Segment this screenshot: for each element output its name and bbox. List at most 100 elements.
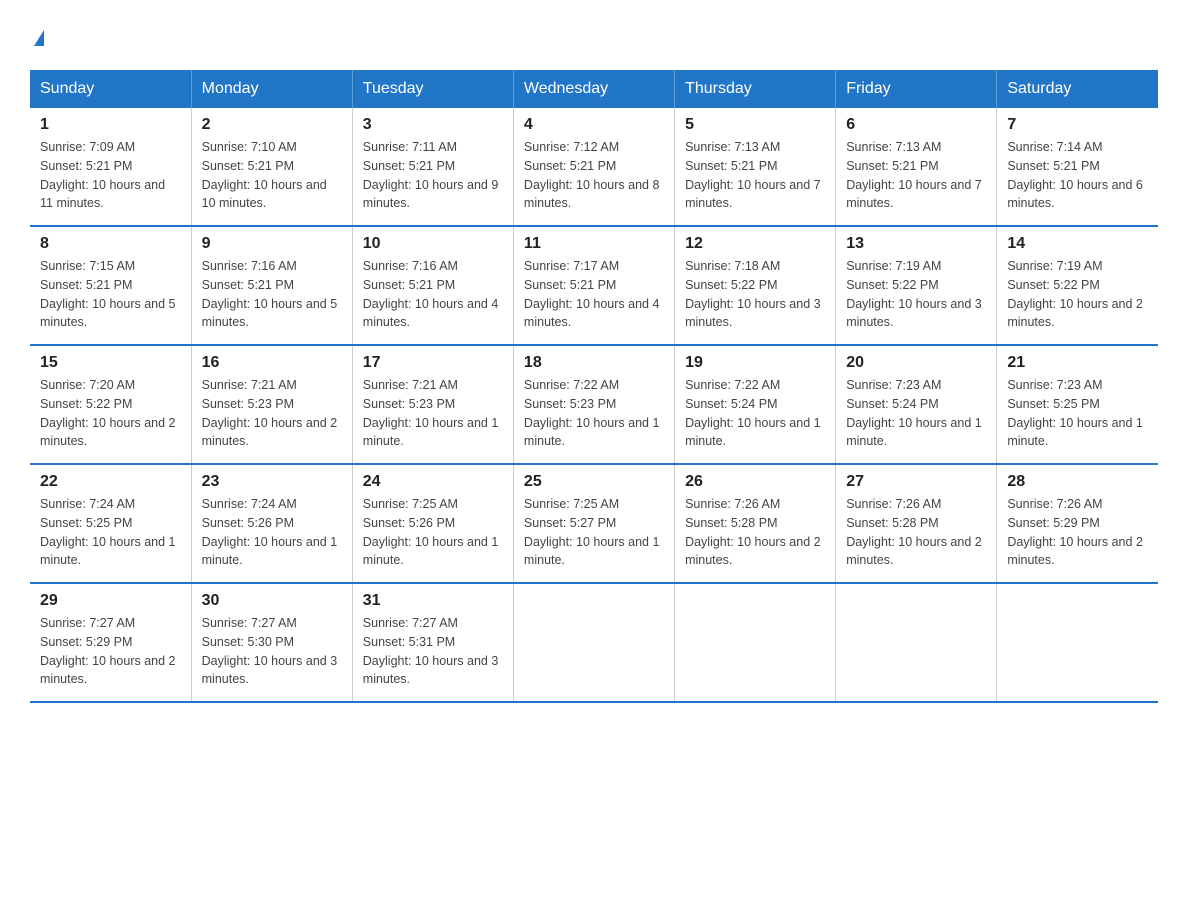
day-number: 5 xyxy=(685,116,825,134)
day-number: 17 xyxy=(363,354,503,372)
calendar-week-row: 8 Sunrise: 7:15 AM Sunset: 5:21 PM Dayli… xyxy=(30,226,1158,345)
calendar-cell: 17 Sunrise: 7:21 AM Sunset: 5:23 PM Dayl… xyxy=(352,345,513,464)
day-info: Sunrise: 7:17 AM Sunset: 5:21 PM Dayligh… xyxy=(524,257,664,332)
calendar-table: SundayMondayTuesdayWednesdayThursdayFrid… xyxy=(30,70,1158,703)
day-info: Sunrise: 7:23 AM Sunset: 5:25 PM Dayligh… xyxy=(1007,376,1148,451)
calendar-cell: 5 Sunrise: 7:13 AM Sunset: 5:21 PM Dayli… xyxy=(675,108,836,226)
day-number: 12 xyxy=(685,235,825,253)
calendar-cell: 16 Sunrise: 7:21 AM Sunset: 5:23 PM Dayl… xyxy=(191,345,352,464)
day-number: 1 xyxy=(40,116,181,134)
calendar-cell: 28 Sunrise: 7:26 AM Sunset: 5:29 PM Dayl… xyxy=(997,464,1158,583)
day-info: Sunrise: 7:21 AM Sunset: 5:23 PM Dayligh… xyxy=(363,376,503,451)
calendar-cell xyxy=(997,583,1158,702)
day-info: Sunrise: 7:26 AM Sunset: 5:28 PM Dayligh… xyxy=(685,495,825,570)
day-number: 15 xyxy=(40,354,181,372)
day-number: 29 xyxy=(40,592,181,610)
day-number: 26 xyxy=(685,473,825,491)
calendar-week-row: 22 Sunrise: 7:24 AM Sunset: 5:25 PM Dayl… xyxy=(30,464,1158,583)
calendar-cell: 13 Sunrise: 7:19 AM Sunset: 5:22 PM Dayl… xyxy=(836,226,997,345)
calendar-cell: 15 Sunrise: 7:20 AM Sunset: 5:22 PM Dayl… xyxy=(30,345,191,464)
day-info: Sunrise: 7:21 AM Sunset: 5:23 PM Dayligh… xyxy=(202,376,342,451)
day-info: Sunrise: 7:27 AM Sunset: 5:30 PM Dayligh… xyxy=(202,614,342,689)
day-number: 7 xyxy=(1007,116,1148,134)
day-info: Sunrise: 7:20 AM Sunset: 5:22 PM Dayligh… xyxy=(40,376,181,451)
day-number: 3 xyxy=(363,116,503,134)
day-info: Sunrise: 7:09 AM Sunset: 5:21 PM Dayligh… xyxy=(40,138,181,213)
day-number: 19 xyxy=(685,354,825,372)
day-number: 27 xyxy=(846,473,986,491)
day-info: Sunrise: 7:26 AM Sunset: 5:28 PM Dayligh… xyxy=(846,495,986,570)
calendar-cell: 3 Sunrise: 7:11 AM Sunset: 5:21 PM Dayli… xyxy=(352,108,513,226)
day-info: Sunrise: 7:24 AM Sunset: 5:26 PM Dayligh… xyxy=(202,495,342,570)
calendar-cell: 24 Sunrise: 7:25 AM Sunset: 5:26 PM Dayl… xyxy=(352,464,513,583)
calendar-cell: 8 Sunrise: 7:15 AM Sunset: 5:21 PM Dayli… xyxy=(30,226,191,345)
logo xyxy=(30,30,44,50)
header xyxy=(30,20,1158,50)
day-info: Sunrise: 7:19 AM Sunset: 5:22 PM Dayligh… xyxy=(1007,257,1148,332)
day-info: Sunrise: 7:27 AM Sunset: 5:29 PM Dayligh… xyxy=(40,614,181,689)
calendar-cell: 21 Sunrise: 7:23 AM Sunset: 5:25 PM Dayl… xyxy=(997,345,1158,464)
day-info: Sunrise: 7:15 AM Sunset: 5:21 PM Dayligh… xyxy=(40,257,181,332)
day-number: 16 xyxy=(202,354,342,372)
day-info: Sunrise: 7:13 AM Sunset: 5:21 PM Dayligh… xyxy=(846,138,986,213)
calendar-week-row: 1 Sunrise: 7:09 AM Sunset: 5:21 PM Dayli… xyxy=(30,108,1158,226)
logo-triangle-icon xyxy=(34,30,44,46)
day-number: 23 xyxy=(202,473,342,491)
calendar-cell xyxy=(513,583,674,702)
day-number: 6 xyxy=(846,116,986,134)
day-info: Sunrise: 7:16 AM Sunset: 5:21 PM Dayligh… xyxy=(202,257,342,332)
day-number: 28 xyxy=(1007,473,1148,491)
day-info: Sunrise: 7:14 AM Sunset: 5:21 PM Dayligh… xyxy=(1007,138,1148,213)
day-number: 10 xyxy=(363,235,503,253)
day-info: Sunrise: 7:25 AM Sunset: 5:27 PM Dayligh… xyxy=(524,495,664,570)
calendar-cell: 12 Sunrise: 7:18 AM Sunset: 5:22 PM Dayl… xyxy=(675,226,836,345)
calendar-header-row: SundayMondayTuesdayWednesdayThursdayFrid… xyxy=(30,70,1158,108)
calendar-cell: 27 Sunrise: 7:26 AM Sunset: 5:28 PM Dayl… xyxy=(836,464,997,583)
calendar-cell: 26 Sunrise: 7:26 AM Sunset: 5:28 PM Dayl… xyxy=(675,464,836,583)
day-number: 14 xyxy=(1007,235,1148,253)
day-number: 21 xyxy=(1007,354,1148,372)
day-info: Sunrise: 7:11 AM Sunset: 5:21 PM Dayligh… xyxy=(363,138,503,213)
day-number: 25 xyxy=(524,473,664,491)
calendar-cell: 4 Sunrise: 7:12 AM Sunset: 5:21 PM Dayli… xyxy=(513,108,674,226)
calendar-cell: 9 Sunrise: 7:16 AM Sunset: 5:21 PM Dayli… xyxy=(191,226,352,345)
day-number: 4 xyxy=(524,116,664,134)
calendar-cell: 22 Sunrise: 7:24 AM Sunset: 5:25 PM Dayl… xyxy=(30,464,191,583)
day-info: Sunrise: 7:22 AM Sunset: 5:23 PM Dayligh… xyxy=(524,376,664,451)
day-info: Sunrise: 7:10 AM Sunset: 5:21 PM Dayligh… xyxy=(202,138,342,213)
calendar-cell: 14 Sunrise: 7:19 AM Sunset: 5:22 PM Dayl… xyxy=(997,226,1158,345)
day-number: 22 xyxy=(40,473,181,491)
day-number: 13 xyxy=(846,235,986,253)
day-number: 11 xyxy=(524,235,664,253)
column-header-wednesday: Wednesday xyxy=(513,70,674,108)
calendar-cell: 10 Sunrise: 7:16 AM Sunset: 5:21 PM Dayl… xyxy=(352,226,513,345)
calendar-cell: 7 Sunrise: 7:14 AM Sunset: 5:21 PM Dayli… xyxy=(997,108,1158,226)
day-info: Sunrise: 7:24 AM Sunset: 5:25 PM Dayligh… xyxy=(40,495,181,570)
calendar-cell: 25 Sunrise: 7:25 AM Sunset: 5:27 PM Dayl… xyxy=(513,464,674,583)
calendar-cell: 2 Sunrise: 7:10 AM Sunset: 5:21 PM Dayli… xyxy=(191,108,352,226)
day-number: 30 xyxy=(202,592,342,610)
day-info: Sunrise: 7:26 AM Sunset: 5:29 PM Dayligh… xyxy=(1007,495,1148,570)
day-info: Sunrise: 7:16 AM Sunset: 5:21 PM Dayligh… xyxy=(363,257,503,332)
day-number: 2 xyxy=(202,116,342,134)
day-number: 18 xyxy=(524,354,664,372)
day-info: Sunrise: 7:18 AM Sunset: 5:22 PM Dayligh… xyxy=(685,257,825,332)
day-info: Sunrise: 7:25 AM Sunset: 5:26 PM Dayligh… xyxy=(363,495,503,570)
day-info: Sunrise: 7:27 AM Sunset: 5:31 PM Dayligh… xyxy=(363,614,503,689)
calendar-cell: 23 Sunrise: 7:24 AM Sunset: 5:26 PM Dayl… xyxy=(191,464,352,583)
day-number: 8 xyxy=(40,235,181,253)
column-header-saturday: Saturday xyxy=(997,70,1158,108)
calendar-cell: 30 Sunrise: 7:27 AM Sunset: 5:30 PM Dayl… xyxy=(191,583,352,702)
column-header-tuesday: Tuesday xyxy=(352,70,513,108)
column-header-sunday: Sunday xyxy=(30,70,191,108)
day-number: 9 xyxy=(202,235,342,253)
calendar-cell: 6 Sunrise: 7:13 AM Sunset: 5:21 PM Dayli… xyxy=(836,108,997,226)
calendar-cell: 1 Sunrise: 7:09 AM Sunset: 5:21 PM Dayli… xyxy=(30,108,191,226)
column-header-monday: Monday xyxy=(191,70,352,108)
calendar-cell: 11 Sunrise: 7:17 AM Sunset: 5:21 PM Dayl… xyxy=(513,226,674,345)
calendar-cell: 19 Sunrise: 7:22 AM Sunset: 5:24 PM Dayl… xyxy=(675,345,836,464)
calendar-cell xyxy=(675,583,836,702)
day-number: 31 xyxy=(363,592,503,610)
calendar-cell xyxy=(836,583,997,702)
column-header-thursday: Thursday xyxy=(675,70,836,108)
